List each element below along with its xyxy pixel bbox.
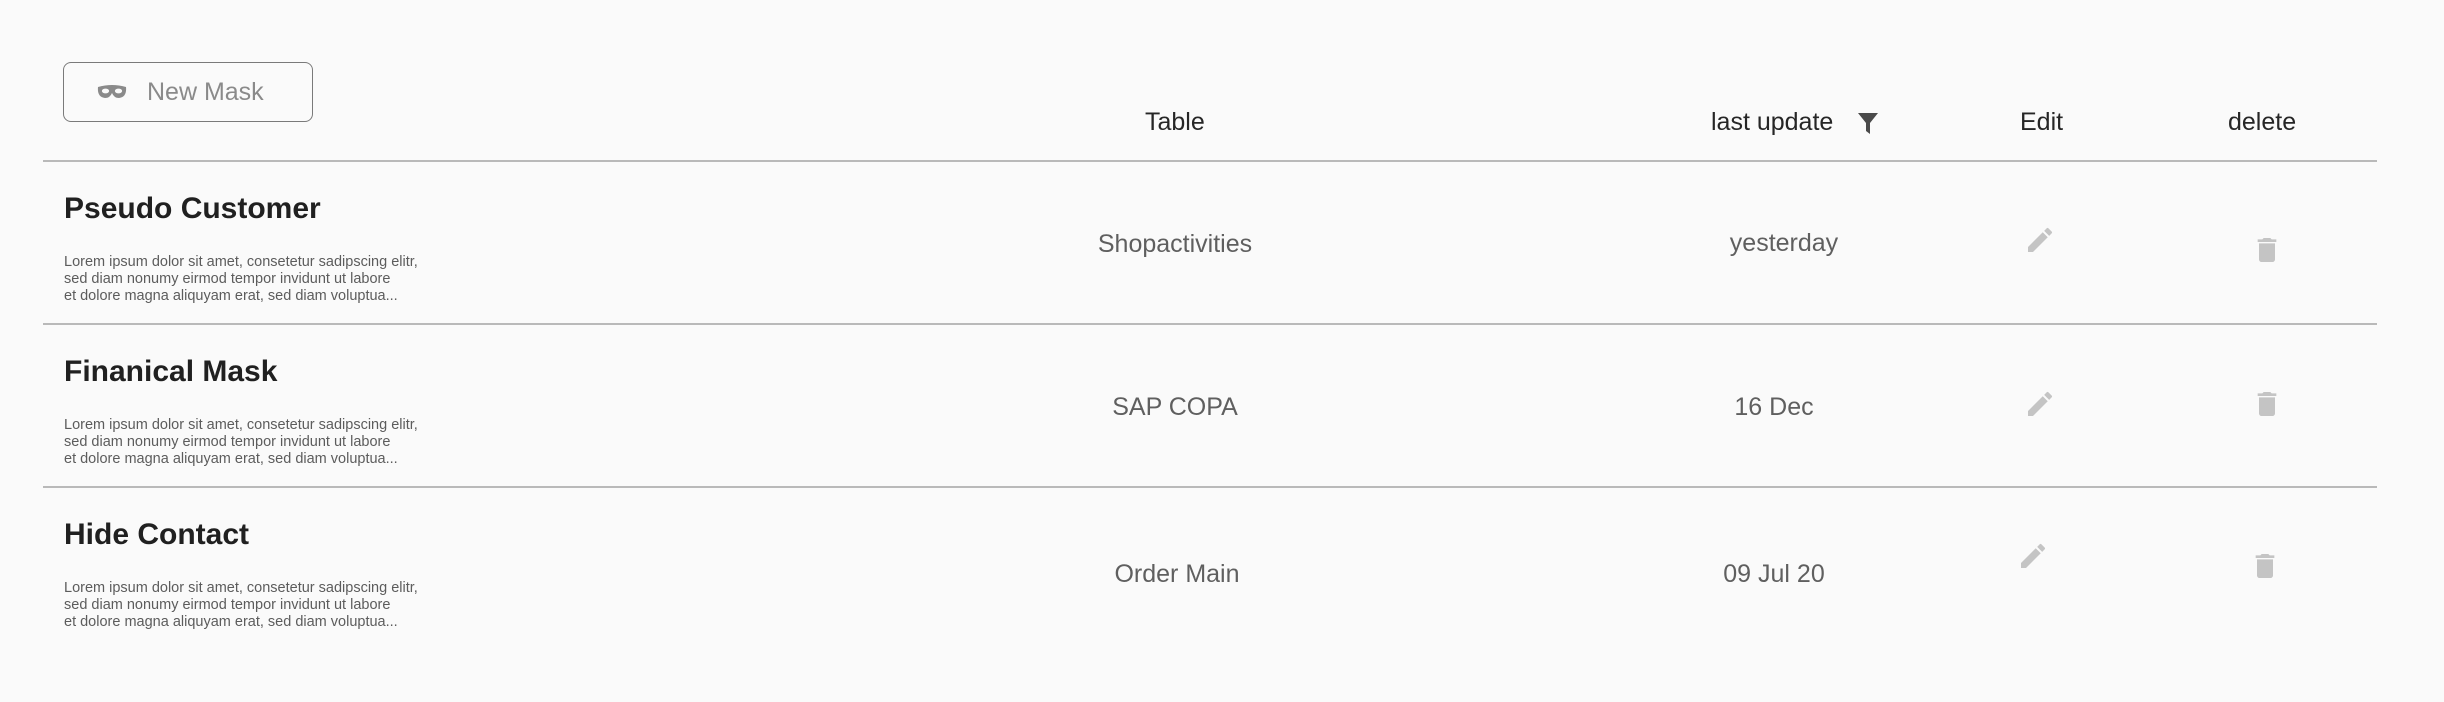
mask-description-line: et dolore magna aliquyam erat, sed diam … bbox=[64, 288, 398, 304]
table-row: Hide Contact Lorem ipsum dolor sit amet,… bbox=[0, 488, 2444, 650]
column-header-delete: delete bbox=[2228, 108, 2297, 136]
table-row: Finanical Mask Lorem ipsum dolor sit ame… bbox=[0, 325, 2444, 487]
mask-description-line: et dolore magna aliquyam erat, sed diam … bbox=[64, 451, 398, 467]
mask-description-line: Lorem ipsum dolor sit amet, consetetur s… bbox=[64, 580, 418, 596]
column-header-table: Table bbox=[1145, 108, 1205, 136]
mask-table: Order Main bbox=[1114, 560, 1240, 588]
mask-description-line: sed diam nonumy eirmod tempor invidunt u… bbox=[64, 597, 391, 613]
edit-pencil-icon[interactable] bbox=[2017, 540, 2049, 572]
column-header-edit: Edit bbox=[2020, 108, 2064, 136]
mask-icon bbox=[97, 84, 127, 100]
mask-description: Lorem ipsum dolor sit amet, consetetur s… bbox=[64, 417, 484, 468]
new-mask-label: New Mask bbox=[147, 77, 264, 106]
mask-name[interactable]: Pseudo Customer bbox=[64, 192, 321, 226]
mask-description: Lorem ipsum dolor sit amet, consetetur s… bbox=[64, 254, 484, 305]
delete-trash-icon[interactable] bbox=[2251, 234, 2283, 266]
filter-icon[interactable] bbox=[1858, 113, 1878, 135]
edit-pencil-icon[interactable] bbox=[2024, 224, 2056, 256]
mask-last-update: 16 Dec bbox=[1734, 393, 1814, 421]
mask-table: Shopactivities bbox=[1097, 230, 1253, 258]
mask-description-line: Lorem ipsum dolor sit amet, consetetur s… bbox=[64, 254, 418, 270]
mask-name[interactable]: Finanical Mask bbox=[64, 355, 277, 389]
new-mask-button[interactable]: New Mask bbox=[63, 62, 313, 122]
delete-trash-icon[interactable] bbox=[2251, 388, 2283, 420]
mask-description-line: sed diam nonumy eirmod tempor invidunt u… bbox=[64, 271, 391, 287]
edit-pencil-icon[interactable] bbox=[2024, 388, 2056, 420]
mask-description-line: et dolore magna aliquyam erat, sed diam … bbox=[64, 614, 398, 630]
table-row: Pseudo Customer Lorem ipsum dolor sit am… bbox=[0, 162, 2444, 324]
delete-trash-icon[interactable] bbox=[2249, 550, 2281, 582]
mask-last-update: yesterday bbox=[1729, 229, 1839, 257]
mask-description-line: Lorem ipsum dolor sit amet, consetetur s… bbox=[64, 417, 418, 433]
column-header-last-update[interactable]: last update bbox=[1711, 108, 1833, 137]
mask-table: SAP COPA bbox=[1112, 393, 1238, 421]
mask-name[interactable]: Hide Contact bbox=[64, 518, 249, 552]
mask-last-update: 09 Jul 20 bbox=[1723, 560, 1825, 588]
mask-description-line: sed diam nonumy eirmod tempor invidunt u… bbox=[64, 434, 391, 450]
mask-description: Lorem ipsum dolor sit amet, consetetur s… bbox=[64, 580, 484, 631]
